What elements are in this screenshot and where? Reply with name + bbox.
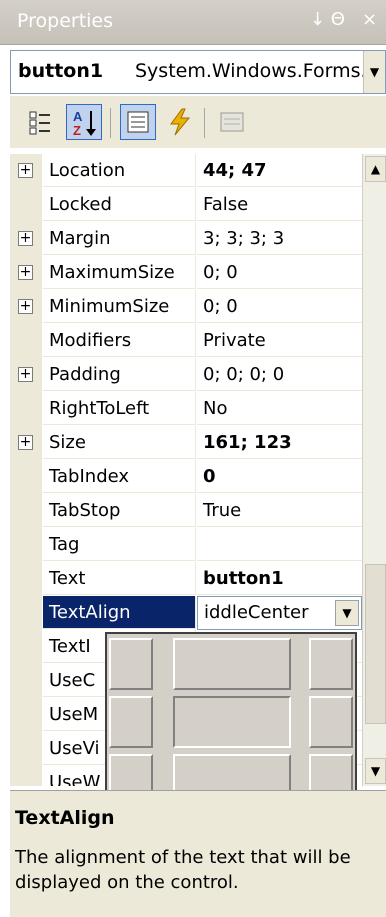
align-middle-right[interactable] bbox=[309, 696, 353, 748]
expand-icon[interactable]: + bbox=[18, 299, 33, 314]
property-row-padding[interactable]: + Padding 0; 0; 0; 0 bbox=[10, 358, 362, 392]
expand-icon[interactable]: + bbox=[18, 163, 33, 178]
properties-icon bbox=[127, 111, 149, 133]
property-row-margin[interactable]: + Margin 3; 3; 3; 3 bbox=[10, 222, 362, 256]
property-name: MinimumSize bbox=[43, 290, 196, 323]
property-value: iddleCenter bbox=[204, 602, 309, 623]
svg-text:Z: Z bbox=[73, 123, 81, 138]
alphabetical-button[interactable]: A Z bbox=[66, 104, 102, 140]
scroll-thumb[interactable] bbox=[365, 564, 386, 724]
align-top-center[interactable] bbox=[173, 638, 291, 690]
property-row-minimumsize[interactable]: + MinimumSize 0; 0 bbox=[10, 290, 362, 324]
property-value[interactable]: 0; 0; 0; 0 bbox=[197, 358, 362, 391]
property-value[interactable]: 0; 0 bbox=[197, 256, 362, 289]
properties-window: Properties ↓ Θ × button1 System.Windows.… bbox=[0, 0, 386, 917]
property-row-size[interactable]: + Size 161; 123 bbox=[10, 426, 362, 460]
expand-icon[interactable]: + bbox=[18, 435, 33, 450]
property-row-textalign[interactable]: TextAlign iddleCenter ▼ bbox=[10, 596, 362, 630]
expand-icon[interactable]: + bbox=[18, 367, 33, 382]
property-name: TextAlign bbox=[43, 596, 196, 629]
text-align-picker bbox=[105, 632, 357, 808]
object-name: button1 bbox=[18, 60, 104, 82]
property-row-tag[interactable]: Tag bbox=[10, 528, 362, 562]
object-type: System.Windows.Forms. bbox=[135, 60, 367, 82]
property-name: TabIndex bbox=[43, 460, 196, 493]
close-icon[interactable]: × bbox=[362, 9, 377, 31]
align-top-right[interactable] bbox=[309, 638, 353, 690]
property-row-righttoleft[interactable]: RightToLeft No bbox=[10, 392, 362, 426]
property-pages-button[interactable] bbox=[214, 104, 250, 140]
property-row-text[interactable]: Text button1 bbox=[10, 562, 362, 596]
scroll-down-icon[interactable]: ▼ bbox=[365, 758, 386, 784]
property-name: Text bbox=[43, 562, 196, 595]
property-name: MaximumSize bbox=[43, 256, 196, 289]
property-value[interactable]: 161; 123 bbox=[197, 426, 362, 459]
property-row-maximumsize[interactable]: + MaximumSize 0; 0 bbox=[10, 256, 362, 290]
categorized-button[interactable] bbox=[22, 104, 58, 140]
description-pane: TextAlign The alignment of the text that… bbox=[10, 790, 386, 917]
property-row-locked[interactable]: Locked False bbox=[10, 188, 362, 222]
property-row-modifiers[interactable]: Modifiers Private bbox=[10, 324, 362, 358]
description-text: The alignment of the text that will be d… bbox=[15, 847, 351, 893]
property-value[interactable]: 0 bbox=[197, 460, 362, 493]
align-top-left[interactable] bbox=[109, 638, 153, 690]
expand-icon[interactable]: + bbox=[18, 231, 33, 246]
property-value[interactable]: No bbox=[197, 392, 362, 425]
svg-text:A: A bbox=[73, 109, 83, 124]
property-name: Margin bbox=[43, 222, 196, 255]
object-selector[interactable]: button1 System.Windows.Forms. ▼ bbox=[10, 50, 386, 94]
align-middle-left[interactable] bbox=[109, 696, 153, 748]
property-row-tabstop[interactable]: TabStop True bbox=[10, 494, 362, 528]
property-row-tabindex[interactable]: TabIndex 0 bbox=[10, 460, 362, 494]
property-value[interactable]: 44; 47 bbox=[197, 154, 362, 187]
events-button[interactable] bbox=[162, 104, 198, 140]
properties-button[interactable] bbox=[120, 104, 156, 140]
property-value[interactable]: 3; 3; 3; 3 bbox=[197, 222, 362, 255]
property-name: Padding bbox=[43, 358, 196, 391]
property-value[interactable]: 0; 0 bbox=[197, 290, 362, 323]
chevron-down-icon[interactable]: ▼ bbox=[363, 51, 385, 93]
property-value[interactable] bbox=[197, 528, 362, 561]
property-name: Location bbox=[43, 154, 196, 187]
description-title: TextAlign bbox=[15, 807, 115, 829]
property-row-location[interactable]: + Location 44; 47 bbox=[10, 154, 362, 188]
property-name: Size bbox=[43, 426, 196, 459]
property-name: RightToLeft bbox=[43, 392, 196, 425]
property-value[interactable]: False bbox=[197, 188, 362, 221]
property-value[interactable]: True bbox=[197, 494, 362, 527]
property-name: Modifiers bbox=[43, 324, 196, 357]
vertical-scrollbar[interactable]: ▲ ▼ bbox=[362, 154, 386, 786]
alphabetical-icon: A Z bbox=[73, 109, 96, 138]
chevron-down-icon[interactable]: ▼ bbox=[335, 600, 359, 626]
align-middle-center[interactable] bbox=[173, 696, 291, 748]
scroll-up-icon[interactable]: ▲ bbox=[365, 156, 386, 182]
property-name: TabStop bbox=[43, 494, 196, 527]
categorized-icon bbox=[29, 111, 50, 135]
properties-toolbar: A Z bbox=[10, 96, 386, 148]
events-icon bbox=[170, 108, 191, 136]
property-value[interactable]: button1 bbox=[197, 562, 362, 595]
textalign-value-input[interactable]: iddleCenter ▼ bbox=[197, 596, 362, 630]
title-bar: Properties ↓ Θ × bbox=[0, 0, 386, 45]
pin-icon[interactable]: ↓ Θ bbox=[310, 9, 345, 31]
expand-icon[interactable]: + bbox=[18, 265, 33, 280]
property-pages-icon bbox=[220, 112, 244, 132]
property-value[interactable]: Private bbox=[197, 324, 362, 357]
property-name: Tag bbox=[43, 528, 196, 561]
property-name: Locked bbox=[43, 188, 196, 221]
window-title: Properties bbox=[17, 10, 114, 32]
